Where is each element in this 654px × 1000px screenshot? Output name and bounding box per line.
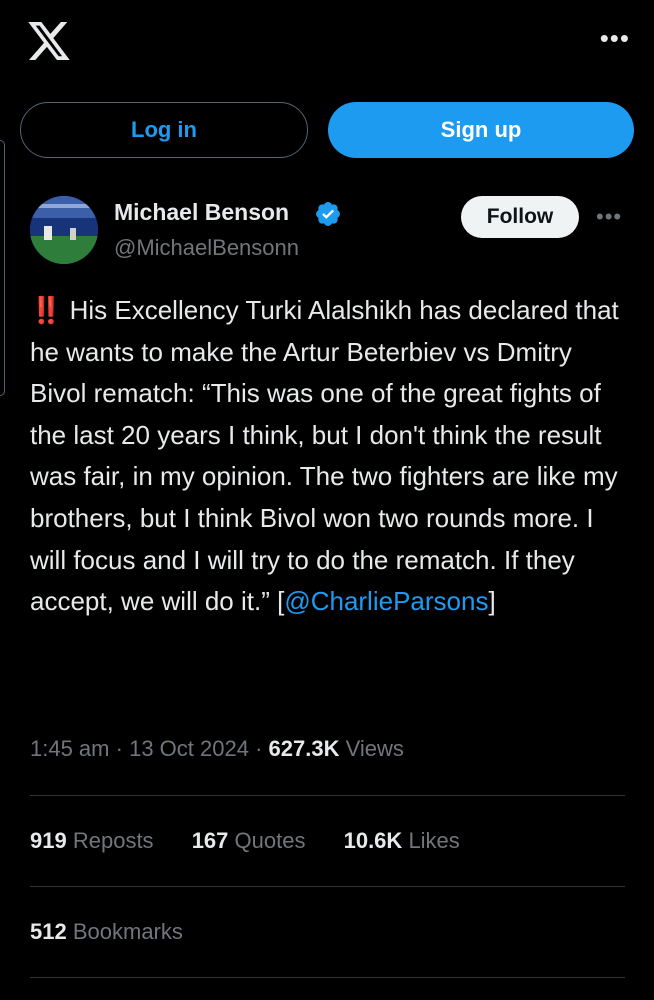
author-handle[interactable]: @MichaelBensonn — [114, 235, 299, 261]
post-time[interactable]: 1:45 am — [30, 736, 110, 761]
bookmarks-label: Bookmarks — [72, 919, 183, 944]
avatar[interactable] — [30, 196, 98, 264]
follow-button[interactable]: Follow — [461, 196, 579, 238]
views-label: Views — [345, 736, 404, 761]
views-count: 627.3K — [268, 736, 340, 761]
bookmarks-stat[interactable]: 512 Bookmarks — [30, 919, 183, 945]
avatar-image — [30, 196, 98, 264]
divider — [30, 886, 625, 887]
tweet-page: ••• Log in Sign up Michael Benson @Micha… — [0, 0, 654, 1000]
more-options-icon[interactable]: ••• — [600, 25, 630, 51]
meta-separator: · — [115, 736, 130, 761]
reposts-label: Reposts — [72, 828, 154, 853]
tweet-body: His Excellency Turki Alalshikh has decla… — [30, 295, 626, 617]
scroll-indicator — [0, 140, 5, 396]
meta-separator: · — [255, 736, 269, 761]
likes-count: 10.6K — [343, 828, 403, 853]
author-name[interactable]: Michael Benson — [114, 199, 289, 226]
sign-up-button[interactable]: Sign up — [328, 102, 634, 158]
post-date[interactable]: 13 Oct 2024 — [129, 736, 249, 761]
tweet-body-end: ] — [488, 586, 496, 617]
engagement-stats: 919 Reposts 167 Quotes 10.6K Likes — [30, 828, 492, 854]
x-logo-icon[interactable] — [28, 22, 70, 60]
divider — [30, 977, 625, 978]
post-more-icon[interactable]: ••• — [596, 204, 622, 230]
log-in-button[interactable]: Log in — [20, 102, 308, 158]
likes-label: Likes — [408, 828, 460, 853]
divider — [30, 795, 625, 796]
bookmarks-count: 512 — [30, 919, 67, 944]
post-meta: 1:45 am · 13 Oct 2024 · 627.3K Views — [30, 736, 404, 762]
double-exclamation-emoji: ‼️ — [30, 295, 63, 325]
mention-link[interactable]: @CharlieParsons — [284, 586, 488, 616]
top-bar: ••• — [0, 0, 654, 90]
quotes-count: 167 — [191, 828, 229, 853]
quotes-stat[interactable]: 167 Quotes — [192, 828, 306, 854]
reposts-count: 919 — [30, 828, 67, 853]
reposts-stat[interactable]: 919 Reposts — [30, 828, 154, 854]
likes-stat[interactable]: 10.6K Likes — [344, 828, 460, 854]
verified-badge-icon — [316, 202, 340, 226]
quotes-label: Quotes — [234, 828, 306, 853]
tweet-text: ‼️ His Excellency Turki Alalshikh has de… — [30, 290, 630, 623]
